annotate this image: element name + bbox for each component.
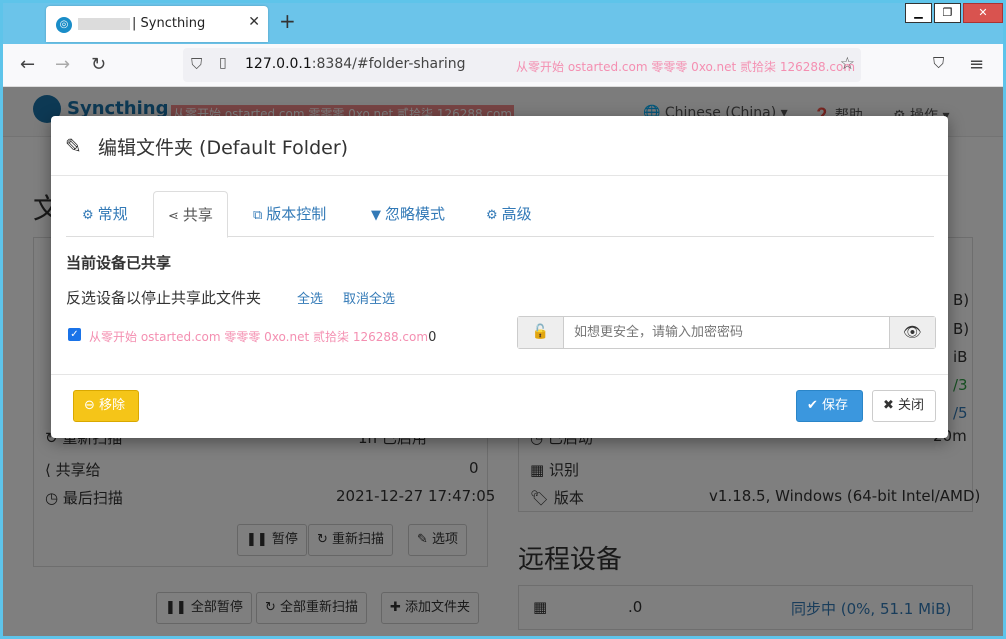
maximize-button[interactable]: ❐ xyxy=(934,3,961,23)
tab-sharing[interactable]: ⋖ 共享 xyxy=(153,191,228,238)
tab-general[interactable]: ⚙ 常规 xyxy=(68,191,142,237)
cogs-icon: ⚙ xyxy=(486,208,498,223)
tab-versioning[interactable]: ⧉ 版本控制 xyxy=(239,191,340,237)
check-icon: ✔ xyxy=(807,398,818,413)
back-arrow-icon[interactable]: ← xyxy=(20,54,35,75)
device-name-suffix: 0 xyxy=(428,330,437,345)
device-name[interactable]: 从零开始 ostarted.com 零零零 0xo.net 贰拾柒 126288… xyxy=(89,328,436,345)
pocket-icon[interactable]: ⛉ xyxy=(933,54,944,72)
bookmark-star-icon[interactable]: ☆ xyxy=(840,54,855,74)
device-share-checkbox[interactable]: ✓ xyxy=(68,328,81,341)
tab-versioning-label: 版本控制 xyxy=(266,205,327,223)
modal-tabs: ⚙ 常规 ⋖ 共享 ⧉ 版本控制 ▼ 忽略模式 ⚙ 高级 xyxy=(66,191,934,238)
window-controls: ▁ ❐ ✕ xyxy=(903,3,1003,23)
device-watermark: 从零开始 ostarted.com 零零零 0xo.net 贰拾柒 126288… xyxy=(89,330,429,344)
url-host: 127.0.0.1 xyxy=(245,56,312,72)
url-watermark: 从零开始 ostarted.com 零零零 0xo.net 贰拾柒 126288… xyxy=(516,60,856,74)
unshare-hint: 反选设备以停止共享此文件夹 xyxy=(66,289,262,307)
tab-title-redacted xyxy=(78,18,130,30)
remove-label: 移除 xyxy=(99,398,126,413)
address-bar[interactable]: ⛉ ▯ 127.0.0.1:8384/#folder-sharing 从零开始 … xyxy=(183,48,861,82)
remove-button[interactable]: ⊖ 移除 xyxy=(73,390,139,422)
pencil-icon: ✎ xyxy=(65,134,82,158)
shield-icon[interactable]: ⛉ xyxy=(191,55,202,73)
new-tab-button[interactable]: + xyxy=(279,9,296,33)
encryption-password-input[interactable] xyxy=(565,317,889,348)
tab-ignore-label: 忽略模式 xyxy=(385,205,446,223)
window-close-button[interactable]: ✕ xyxy=(963,3,1003,23)
edit-folder-modal: ✎ 编辑文件夹 (Default Folder) ⚙ 常规 ⋖ 共享 ⧉ 版本控制 ▼… xyxy=(51,116,948,438)
gear-icon: ⚙ xyxy=(82,208,94,223)
share-icon: ⋖ xyxy=(168,209,179,224)
forward-arrow-icon[interactable]: → xyxy=(55,54,70,75)
syncthing-favicon-icon: ◎ xyxy=(56,17,72,33)
encryption-password-group: 🔓 👁 xyxy=(517,316,936,349)
url-text[interactable]: 127.0.0.1:8384/#folder-sharing xyxy=(245,56,466,72)
minus-circle-icon: ⊖ xyxy=(84,398,95,413)
page-icon[interactable]: ▯ xyxy=(219,55,227,71)
menu-icon[interactable]: ≡ xyxy=(969,54,984,75)
save-button[interactable]: ✔ 保存 xyxy=(796,390,863,422)
browser-tab[interactable]: ◎ | Syncthing ✕ xyxy=(46,6,268,42)
tab-title: | Syncthing xyxy=(132,16,206,31)
modal-footer: ⊖ 移除 ✔ 保存 ✖ 关闭 xyxy=(51,374,948,438)
deselect-all-link[interactable]: 取消全选 xyxy=(343,288,395,307)
close-icon: ✖ xyxy=(883,398,894,413)
unlock-icon: 🔓 xyxy=(518,317,564,348)
modal-title: 编辑文件夹 (Default Folder) xyxy=(98,137,349,159)
close-label: 关闭 xyxy=(898,398,925,413)
shared-devices-heading: 当前设备已共享 xyxy=(66,254,172,272)
tab-ignore-patterns[interactable]: ▼ 忽略模式 xyxy=(357,191,459,237)
tab-sharing-label: 共享 xyxy=(182,206,213,224)
reload-icon[interactable]: ↻ xyxy=(91,54,106,75)
tab-advanced[interactable]: ⚙ 高级 xyxy=(472,191,546,237)
navigation-bar: ← → ↻ ⛉ ▯ 127.0.0.1:8384/#folder-sharing… xyxy=(3,44,1003,87)
save-label: 保存 xyxy=(822,398,849,413)
close-button[interactable]: ✖ 关闭 xyxy=(872,390,936,422)
copy-icon: ⧉ xyxy=(253,208,263,223)
tab-bar: ◎ | Syncthing ✕ + ▁ ❐ ✕ xyxy=(3,3,1003,44)
modal-header: ✎ 编辑文件夹 (Default Folder) xyxy=(51,116,948,176)
show-password-eye-icon[interactable]: 👁 xyxy=(889,317,935,348)
filter-icon: ▼ xyxy=(371,208,381,223)
tab-general-label: 常规 xyxy=(97,205,128,223)
tab-close-icon[interactable]: ✕ xyxy=(248,14,260,30)
select-all-link[interactable]: 全选 xyxy=(297,288,323,307)
tab-advanced-label: 高级 xyxy=(501,205,532,223)
minimize-button[interactable]: ▁ xyxy=(905,3,932,23)
url-path: :8384/#folder-sharing xyxy=(311,56,466,72)
